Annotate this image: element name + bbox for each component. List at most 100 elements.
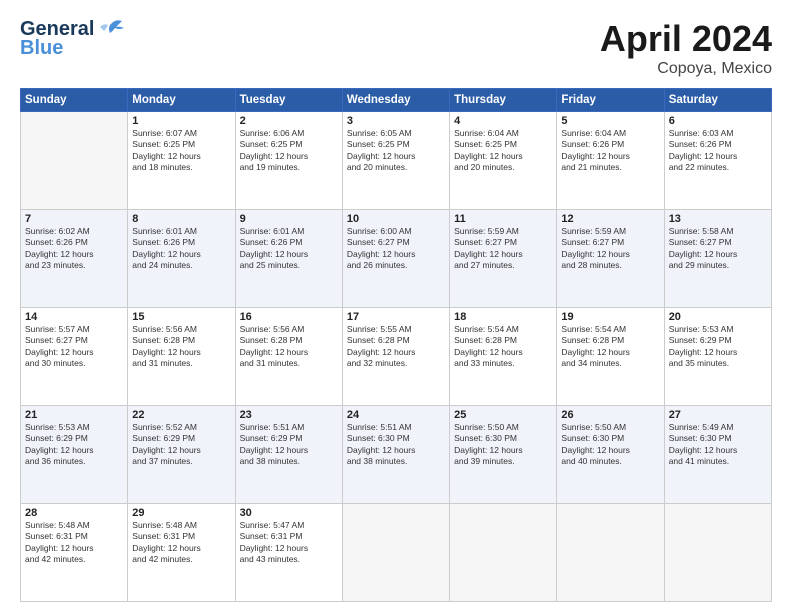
- sunrise-text: Sunrise: 5:55 AM: [347, 324, 445, 335]
- col-monday: Monday: [128, 89, 235, 112]
- sunrise-text: Sunrise: 5:48 AM: [132, 520, 230, 531]
- title-block: April 2024 Copoya, Mexico: [600, 18, 772, 78]
- sunrise-text: Sunrise: 5:48 AM: [25, 520, 123, 531]
- sunset-text: Sunset: 6:30 PM: [561, 433, 659, 444]
- sunset-text: Sunset: 6:26 PM: [669, 139, 767, 150]
- sunrise-text: Sunrise: 5:47 AM: [240, 520, 338, 531]
- daylight-line2: and 32 minutes.: [347, 358, 445, 369]
- col-thursday: Thursday: [450, 89, 557, 112]
- day-info: Sunrise: 5:53 AMSunset: 6:29 PMDaylight:…: [25, 422, 123, 468]
- sunrise-text: Sunrise: 5:50 AM: [454, 422, 552, 433]
- daylight-line1: Daylight: 12 hours: [240, 543, 338, 554]
- daylight-line2: and 24 minutes.: [132, 260, 230, 271]
- day-cell: 30Sunrise: 5:47 AMSunset: 6:31 PMDayligh…: [235, 504, 342, 602]
- sunset-text: Sunset: 6:27 PM: [347, 237, 445, 248]
- sunrise-text: Sunrise: 6:02 AM: [25, 226, 123, 237]
- day-info: Sunrise: 5:58 AMSunset: 6:27 PMDaylight:…: [669, 226, 767, 272]
- day-info: Sunrise: 6:06 AMSunset: 6:25 PMDaylight:…: [240, 128, 338, 174]
- day-cell: 17Sunrise: 5:55 AMSunset: 6:28 PMDayligh…: [342, 308, 449, 406]
- day-cell: 26Sunrise: 5:50 AMSunset: 6:30 PMDayligh…: [557, 406, 664, 504]
- sunrise-text: Sunrise: 6:03 AM: [669, 128, 767, 139]
- day-cell: 24Sunrise: 5:51 AMSunset: 6:30 PMDayligh…: [342, 406, 449, 504]
- day-number: 9: [240, 213, 338, 225]
- day-number: 15: [132, 311, 230, 323]
- day-number: 30: [240, 507, 338, 519]
- sunset-text: Sunset: 6:31 PM: [240, 531, 338, 542]
- sunrise-text: Sunrise: 6:00 AM: [347, 226, 445, 237]
- day-info: Sunrise: 6:01 AMSunset: 6:26 PMDaylight:…: [240, 226, 338, 272]
- day-number: 24: [347, 409, 445, 421]
- day-cell: [342, 504, 449, 602]
- sunset-text: Sunset: 6:31 PM: [132, 531, 230, 542]
- sunset-text: Sunset: 6:25 PM: [240, 139, 338, 150]
- day-cell: [557, 504, 664, 602]
- page: General Blue April 2024 Copoya, Mexico S…: [0, 0, 792, 612]
- daylight-line2: and 42 minutes.: [132, 554, 230, 565]
- day-number: 4: [454, 115, 552, 127]
- daylight-line2: and 21 minutes.: [561, 162, 659, 173]
- daylight-line2: and 43 minutes.: [240, 554, 338, 565]
- daylight-line1: Daylight: 12 hours: [561, 151, 659, 162]
- day-cell: 12Sunrise: 5:59 AMSunset: 6:27 PMDayligh…: [557, 210, 664, 308]
- week-row-4: 21Sunrise: 5:53 AMSunset: 6:29 PMDayligh…: [21, 406, 772, 504]
- daylight-line1: Daylight: 12 hours: [25, 445, 123, 456]
- day-number: 2: [240, 115, 338, 127]
- calendar-subtitle: Copoya, Mexico: [600, 60, 772, 78]
- daylight-line2: and 23 minutes.: [25, 260, 123, 271]
- day-cell: 5Sunrise: 6:04 AMSunset: 6:26 PMDaylight…: [557, 112, 664, 210]
- daylight-line2: and 38 minutes.: [240, 456, 338, 467]
- day-cell: 7Sunrise: 6:02 AMSunset: 6:26 PMDaylight…: [21, 210, 128, 308]
- day-info: Sunrise: 6:04 AMSunset: 6:26 PMDaylight:…: [561, 128, 659, 174]
- day-cell: 13Sunrise: 5:58 AMSunset: 6:27 PMDayligh…: [664, 210, 771, 308]
- daylight-line2: and 31 minutes.: [240, 358, 338, 369]
- daylight-line1: Daylight: 12 hours: [669, 347, 767, 358]
- day-number: 13: [669, 213, 767, 225]
- daylight-line1: Daylight: 12 hours: [454, 151, 552, 162]
- day-info: Sunrise: 5:51 AMSunset: 6:29 PMDaylight:…: [240, 422, 338, 468]
- day-info: Sunrise: 5:48 AMSunset: 6:31 PMDaylight:…: [25, 520, 123, 566]
- day-info: Sunrise: 6:02 AMSunset: 6:26 PMDaylight:…: [25, 226, 123, 272]
- col-friday: Friday: [557, 89, 664, 112]
- daylight-line2: and 34 minutes.: [561, 358, 659, 369]
- day-cell: 15Sunrise: 5:56 AMSunset: 6:28 PMDayligh…: [128, 308, 235, 406]
- day-number: 7: [25, 213, 123, 225]
- day-number: 5: [561, 115, 659, 127]
- day-info: Sunrise: 5:57 AMSunset: 6:27 PMDaylight:…: [25, 324, 123, 370]
- col-tuesday: Tuesday: [235, 89, 342, 112]
- sunset-text: Sunset: 6:29 PM: [240, 433, 338, 444]
- day-cell: 28Sunrise: 5:48 AMSunset: 6:31 PMDayligh…: [21, 504, 128, 602]
- sunrise-text: Sunrise: 6:01 AM: [132, 226, 230, 237]
- sunset-text: Sunset: 6:28 PM: [347, 335, 445, 346]
- daylight-line1: Daylight: 12 hours: [561, 445, 659, 456]
- daylight-line1: Daylight: 12 hours: [347, 445, 445, 456]
- day-cell: 16Sunrise: 5:56 AMSunset: 6:28 PMDayligh…: [235, 308, 342, 406]
- day-info: Sunrise: 5:54 AMSunset: 6:28 PMDaylight:…: [454, 324, 552, 370]
- daylight-line2: and 27 minutes.: [454, 260, 552, 271]
- calendar-title: April 2024: [600, 18, 772, 60]
- day-info: Sunrise: 5:53 AMSunset: 6:29 PMDaylight:…: [669, 324, 767, 370]
- day-cell: 27Sunrise: 5:49 AMSunset: 6:30 PMDayligh…: [664, 406, 771, 504]
- sunrise-text: Sunrise: 5:56 AM: [132, 324, 230, 335]
- day-number: 11: [454, 213, 552, 225]
- day-info: Sunrise: 6:00 AMSunset: 6:27 PMDaylight:…: [347, 226, 445, 272]
- day-cell: [450, 504, 557, 602]
- day-info: Sunrise: 5:50 AMSunset: 6:30 PMDaylight:…: [561, 422, 659, 468]
- daylight-line1: Daylight: 12 hours: [132, 347, 230, 358]
- sunset-text: Sunset: 6:27 PM: [454, 237, 552, 248]
- day-info: Sunrise: 6:05 AMSunset: 6:25 PMDaylight:…: [347, 128, 445, 174]
- day-info: Sunrise: 5:56 AMSunset: 6:28 PMDaylight:…: [132, 324, 230, 370]
- day-number: 17: [347, 311, 445, 323]
- day-info: Sunrise: 5:48 AMSunset: 6:31 PMDaylight:…: [132, 520, 230, 566]
- daylight-line2: and 25 minutes.: [240, 260, 338, 271]
- sunset-text: Sunset: 6:29 PM: [25, 433, 123, 444]
- sunrise-text: Sunrise: 5:52 AM: [132, 422, 230, 433]
- daylight-line1: Daylight: 12 hours: [132, 543, 230, 554]
- daylight-line2: and 29 minutes.: [669, 260, 767, 271]
- sunrise-text: Sunrise: 6:04 AM: [454, 128, 552, 139]
- day-number: 22: [132, 409, 230, 421]
- daylight-line2: and 18 minutes.: [132, 162, 230, 173]
- day-cell: 9Sunrise: 6:01 AMSunset: 6:26 PMDaylight…: [235, 210, 342, 308]
- sunrise-text: Sunrise: 5:59 AM: [561, 226, 659, 237]
- daylight-line1: Daylight: 12 hours: [132, 445, 230, 456]
- sunset-text: Sunset: 6:30 PM: [454, 433, 552, 444]
